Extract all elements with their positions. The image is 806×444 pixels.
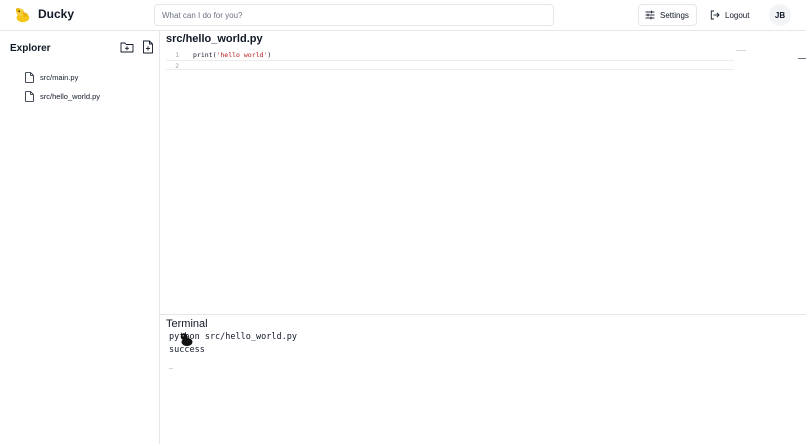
code-editor[interactable]: src/hello_world.py 1 print('hello world'… bbox=[160, 31, 806, 314]
sliders-icon bbox=[645, 10, 655, 20]
line-number: 1 bbox=[175, 51, 179, 59]
code-line[interactable]: 1 print('hello world') bbox=[166, 50, 734, 60]
line-code: print('hello world') bbox=[193, 50, 271, 60]
code-line-active[interactable]: 2 bbox=[166, 60, 734, 70]
file-item-hello-world[interactable]: src/hello_world.py bbox=[25, 87, 100, 106]
terminal-panel[interactable]: Terminal python src/hello_world.py succe… bbox=[160, 314, 806, 444]
editor-file-title: src/hello_world.py bbox=[166, 33, 263, 45]
file-list: src/main.py src/hello_world.py bbox=[25, 68, 100, 106]
settings-label: Settings bbox=[660, 10, 689, 20]
scrollbar-marker[interactable] bbox=[798, 58, 806, 59]
app-title: Ducky bbox=[38, 7, 75, 21]
search-input[interactable] bbox=[154, 4, 554, 26]
line-number: 2 bbox=[175, 62, 179, 70]
file-icon bbox=[25, 72, 34, 83]
minimap[interactable] bbox=[736, 50, 746, 52]
new-file-icon[interactable] bbox=[141, 40, 155, 54]
file-name: src/hello_world.py bbox=[40, 92, 101, 101]
avatar[interactable]: JB bbox=[769, 4, 791, 26]
duck-logo-icon bbox=[16, 8, 30, 23]
new-folder-icon[interactable] bbox=[120, 40, 134, 54]
settings-button[interactable]: Settings bbox=[638, 4, 697, 26]
code-string: 'hello world' bbox=[216, 51, 268, 59]
code-text: ) bbox=[267, 51, 272, 59]
duck-cursor-icon bbox=[180, 333, 193, 346]
code-text: print( bbox=[193, 51, 217, 59]
file-icon bbox=[25, 91, 34, 102]
logout-label: Logout bbox=[725, 10, 750, 20]
explorer-title: Explorer bbox=[10, 43, 51, 54]
file-item-main[interactable]: src/main.py bbox=[25, 68, 100, 87]
terminal-title: Terminal bbox=[166, 318, 208, 330]
terminal-prompt[interactable]: _ bbox=[169, 361, 173, 369]
logout-button[interactable]: Logout bbox=[706, 4, 758, 26]
logout-icon bbox=[710, 10, 720, 20]
file-name: src/main.py bbox=[40, 73, 79, 82]
explorer-sidebar: Explorer src/main.py src/hello_world.py bbox=[0, 31, 160, 444]
code-area[interactable]: 1 print('hello world') 2 bbox=[166, 50, 734, 80]
top-bar: Ducky Settings Logout JB bbox=[0, 0, 806, 31]
